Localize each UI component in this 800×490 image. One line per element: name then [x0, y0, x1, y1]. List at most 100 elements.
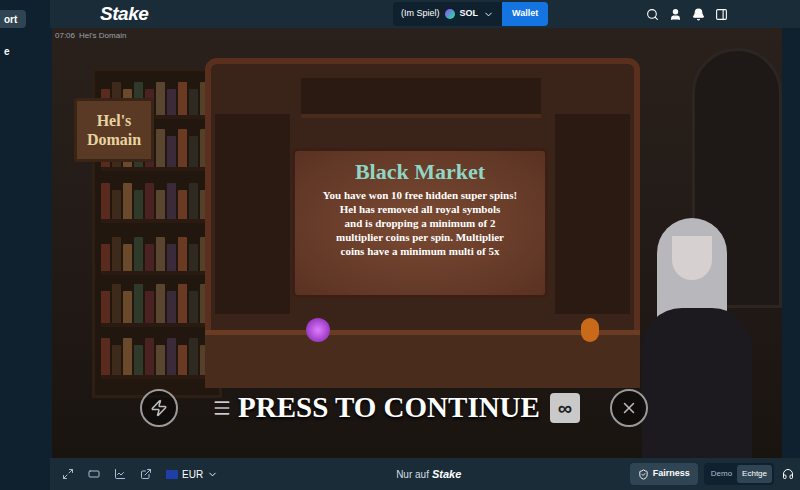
footer-center-text: Nur auf [396, 467, 429, 482]
game-area: Black Market You have won 10 free hidden … [50, 28, 800, 458]
shelf-row [101, 233, 213, 275]
book [167, 338, 176, 375]
book [189, 244, 198, 271]
counter [205, 330, 640, 388]
dialog-title: Black Market [355, 159, 485, 185]
book [101, 338, 110, 375]
lightning-icon [150, 399, 168, 417]
x-icon [620, 399, 638, 417]
book [178, 237, 187, 271]
user-icon[interactable] [669, 8, 682, 21]
eu-flag-icon [166, 470, 178, 479]
book [167, 136, 176, 167]
menu-icon[interactable] [212, 398, 232, 418]
sol-coin-icon [445, 9, 455, 19]
caption-time: 07:06 [55, 30, 75, 42]
shop-sign: Hel'sDomain [74, 98, 154, 162]
caption-title: Hel's Domain [79, 30, 126, 42]
book [145, 183, 154, 219]
book [167, 244, 176, 271]
theater-icon[interactable] [88, 468, 100, 480]
potion [581, 318, 599, 342]
book [101, 183, 110, 219]
balance-box[interactable]: (Im Spiel) SOL [393, 2, 502, 26]
book [134, 190, 143, 219]
app: ort e Stake (Im Spiel) SOL Wallet Black Market… [0, 0, 800, 490]
book [123, 244, 132, 271]
mode-toggle: DemoEchtge [704, 463, 774, 485]
book [123, 183, 132, 219]
book [178, 129, 187, 167]
book [156, 284, 165, 323]
dialog-line: and is dropping a minimum of 2 [323, 216, 517, 230]
balance-currency: SOL [460, 7, 479, 21]
cabinet-top-shelf [301, 78, 541, 118]
autoplay-button[interactable]: ∞ [550, 393, 580, 423]
book [189, 89, 198, 115]
sidebar: ort e [0, 0, 50, 490]
logo[interactable]: Stake [100, 0, 300, 28]
dialog-line: You have won 10 free hidden super spins! [323, 188, 517, 202]
sign-text: Hel's [97, 111, 132, 130]
book [145, 291, 154, 323]
main-column: Stake (Im Spiel) SOL Wallet Black Market You … [50, 0, 800, 490]
book [178, 82, 187, 115]
balance-label: (Im Spiel) [401, 7, 440, 21]
dialog-line: coins have a minimum multi of 5x [323, 244, 517, 258]
book [112, 190, 121, 219]
shelf-row [101, 337, 213, 379]
book [167, 183, 176, 219]
book [123, 338, 132, 375]
bell-icon[interactable] [692, 8, 705, 21]
book [134, 345, 143, 375]
currency-select[interactable]: EUR [166, 467, 218, 482]
game-canvas[interactable]: Black Market You have won 10 free hidden … [52, 28, 782, 458]
mode-option[interactable]: Echtge [737, 465, 772, 483]
support-icon[interactable] [782, 468, 794, 480]
dialog-line: multiplier coins per spin. Multiplier [323, 230, 517, 244]
dialog-body: You have won 10 free hidden super spins!… [323, 188, 517, 258]
shelf-row [101, 181, 213, 223]
book [189, 136, 198, 167]
dialog-line: Hel has removed all royal symbols [323, 202, 517, 216]
book [134, 284, 143, 323]
fairness-label: Fairness [653, 467, 690, 481]
book [145, 244, 154, 271]
sidebar-item[interactable]: e [0, 42, 50, 60]
book [156, 190, 165, 219]
close-button[interactable] [610, 389, 648, 427]
book [101, 291, 110, 323]
book [178, 284, 187, 323]
caption: 07:06 Hel's Domain [55, 30, 126, 42]
stats-icon[interactable] [114, 468, 126, 480]
cabinet-shelf-left [215, 114, 290, 314]
character-face [672, 236, 712, 280]
wallet-button[interactable]: Wallet [502, 2, 548, 26]
book [156, 129, 165, 167]
sidebar-item[interactable]: ort [0, 10, 26, 28]
popout-icon[interactable] [140, 468, 152, 480]
shelf-row [101, 285, 213, 327]
currency-label: EUR [182, 467, 203, 482]
book [167, 291, 176, 323]
continue-text[interactable]: PRESS TO CONTINUE [238, 386, 540, 430]
search-icon[interactable] [646, 8, 659, 21]
fairness-button[interactable]: Fairness [630, 463, 698, 485]
turbo-button[interactable] [140, 389, 178, 427]
mode-option[interactable]: Demo [706, 465, 737, 483]
sign-text: Domain [87, 130, 141, 149]
character-body [642, 308, 752, 458]
footer-tools: EUR [62, 467, 218, 482]
panel-icon[interactable] [715, 8, 728, 21]
header: Stake (Im Spiel) SOL Wallet [50, 0, 800, 28]
dialog-panel: Black Market You have won 10 free hidden … [292, 148, 548, 298]
book [189, 338, 198, 375]
chevron-down-icon [207, 469, 218, 480]
header-icons [646, 8, 728, 21]
fullscreen-icon[interactable] [62, 468, 74, 480]
book [189, 291, 198, 323]
book [112, 284, 121, 323]
footer-logo: Stake [432, 466, 461, 483]
book [167, 89, 176, 115]
book [145, 338, 154, 375]
